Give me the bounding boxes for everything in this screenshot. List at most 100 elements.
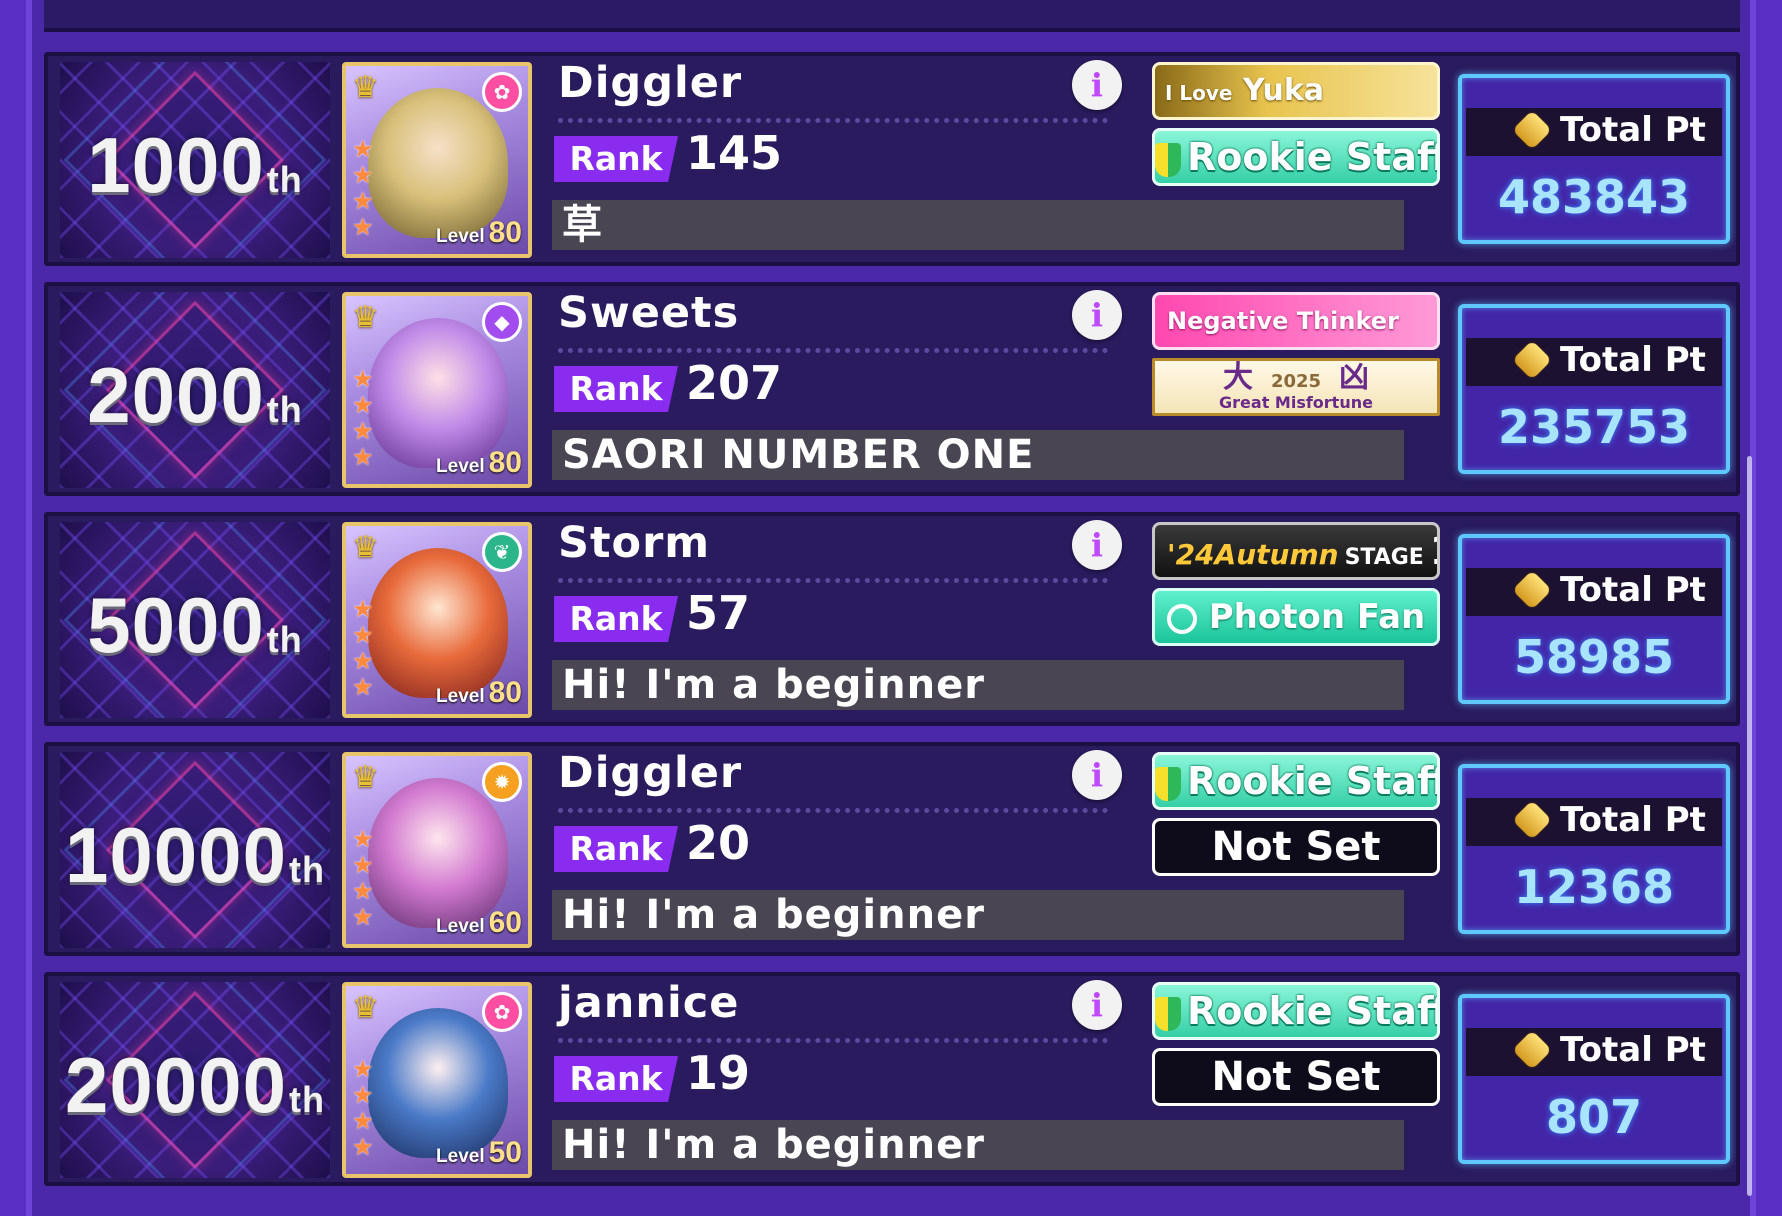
star-icon: ★ — [352, 851, 374, 879]
rank-label: Rank — [554, 136, 678, 182]
total-pt-label: Total Pt — [1560, 1030, 1706, 1070]
player-comment: Hi! I'm a beginner — [552, 660, 1404, 710]
star-icon: ★ — [352, 595, 374, 623]
player-card-avatar[interactable]: ♛ ◆ ★ ★ ★ ★ Level 80 — [342, 292, 532, 488]
title-text: Rookie Staff — [1187, 759, 1440, 803]
title-text: Rookie Staff — [1187, 989, 1440, 1033]
star-icon: ★ — [352, 443, 374, 471]
total-pt-label-bar: Total Pt — [1466, 798, 1722, 846]
level-label: Level — [436, 916, 485, 937]
fortune-year: 2025 — [1270, 371, 1322, 392]
rank-label: Rank — [554, 826, 678, 872]
placement-panel: 2000th — [60, 292, 330, 488]
star-icon: ★ — [352, 213, 374, 241]
event-pt-coin-icon — [1512, 340, 1552, 380]
placement-text: 5000th — [60, 580, 330, 671]
title-badge-bottom[interactable]: 大 2025 凶 Great Misfortune — [1152, 358, 1440, 416]
rarity-stars: ★ ★ ★ ★ — [352, 826, 378, 930]
player-name: Storm — [558, 518, 711, 568]
title-badge-top[interactable]: Rookie Staff — [1152, 752, 1440, 810]
player-comment: Hi! I'm a beginner — [552, 1120, 1404, 1170]
placement-number: 2000 — [87, 351, 265, 439]
rarity-stars: ★ ★ ★ ★ — [352, 366, 378, 470]
star-icon: ★ — [352, 391, 374, 419]
ranking-row[interactable]: 10000th ♛ ✹ ★ ★ ★ ★ Level 60 Diggler i Ra… — [44, 742, 1740, 956]
total-pt-label-bar: Total Pt — [1466, 568, 1722, 616]
placement-number: 20000 — [65, 1041, 287, 1129]
placement-text: 2000th — [60, 350, 330, 441]
star-icon: ★ — [352, 903, 374, 931]
total-pt-label: Total Pt — [1560, 800, 1706, 840]
stage-label: STAGE — [1344, 545, 1424, 570]
star-icon: ★ — [352, 187, 374, 215]
info-button[interactable]: i — [1072, 750, 1122, 800]
event-pt-coin-icon — [1512, 1030, 1552, 1070]
ribbon-icon: ✿ — [482, 72, 522, 112]
title-badge-bottom[interactable]: Not Set — [1152, 818, 1440, 876]
title-badge-top[interactable]: I Love Yuka — [1152, 62, 1440, 120]
total-pt-label-bar: Total Pt — [1466, 1028, 1722, 1076]
ranking-row[interactable]: 1000th ♛ ✿ ★ ★ ★ ★ Level 80 Diggler i Ran… — [44, 52, 1740, 266]
level-value: 80 — [488, 216, 522, 249]
ranking-list: 1000th ♛ ✿ ★ ★ ★ ★ Level 80 Diggler i Ran… — [44, 52, 1740, 1202]
scrollbar[interactable] — [1747, 456, 1752, 1196]
star-icon: ★ — [352, 647, 374, 675]
level-label: Level — [436, 1146, 485, 1167]
total-pt-label: Total Pt — [1560, 570, 1706, 610]
title-badge-bottom[interactable]: Photon Fan — [1152, 588, 1440, 646]
placement-panel: 5000th — [60, 522, 330, 718]
title-badge-top[interactable]: '24AutumnSTAGE1 — [1152, 522, 1440, 580]
player-name: jannice — [558, 978, 740, 1028]
player-card-avatar[interactable]: ♛ ✿ ★ ★ ★ ★ Level 80 — [342, 62, 532, 258]
rank-value: 20 — [686, 816, 751, 870]
title-badge-bottom[interactable]: Not Set — [1152, 1048, 1440, 1106]
info-button[interactable]: i — [1072, 290, 1122, 340]
title-badge-top[interactable]: Negative Thinker — [1152, 292, 1440, 350]
placement-panel: 10000th — [60, 752, 330, 948]
player-card-avatar[interactable]: ♛ ❦ ★ ★ ★ ★ Level 80 — [342, 522, 532, 718]
rank-label: Rank — [554, 1056, 678, 1102]
total-pt-label-bar: Total Pt — [1466, 338, 1722, 386]
ranking-row[interactable]: 2000th ♛ ◆ ★ ★ ★ ★ Level 80 Sweets i Rank… — [44, 282, 1740, 496]
dotted-divider — [558, 1038, 1108, 1043]
crown-icon: ♛ — [352, 530, 379, 565]
total-pt-value: 483843 — [1497, 170, 1691, 224]
ranking-row[interactable]: 5000th ♛ ❦ ★ ★ ★ ★ Level 80 Storm i Rank … — [44, 512, 1740, 726]
title-badge-top[interactable]: Rookie Staff — [1152, 982, 1440, 1040]
shoe-icon: ◆ — [482, 302, 522, 342]
star-icon: ★ — [352, 135, 374, 163]
rank-value: 19 — [686, 1046, 751, 1100]
rank-label: Rank — [554, 596, 678, 642]
rank-value: 57 — [686, 586, 751, 640]
player-name: Diggler — [558, 748, 743, 798]
star-icon: ★ — [352, 621, 374, 649]
player-comment: 草 — [552, 200, 1404, 250]
title-text: Rookie Staff — [1187, 135, 1440, 179]
placement-suffix: th — [266, 389, 303, 430]
star-icon: ★ — [352, 161, 374, 189]
info-button[interactable]: i — [1072, 60, 1122, 110]
level-value: 50 — [488, 1136, 522, 1169]
fortune-header: 大 2025 凶 — [1155, 363, 1437, 395]
total-pt-value: 12368 — [1513, 860, 1675, 914]
level-label: Level — [436, 226, 485, 247]
fortune-kanji-left: 大 — [1222, 360, 1253, 395]
total-pt-box: Total Pt 58985 — [1458, 534, 1730, 704]
event-pt-coin-icon — [1512, 800, 1552, 840]
card-level: Level 80 — [436, 446, 522, 480]
placement-text: 1000th — [60, 120, 330, 211]
star-icon: ★ — [352, 1055, 374, 1083]
title-badge-bottom[interactable]: Rookie Staff — [1152, 128, 1440, 186]
rank-value: 207 — [686, 356, 783, 410]
previous-row-edge — [44, 0, 1740, 32]
info-button[interactable]: i — [1072, 980, 1122, 1030]
rarity-stars: ★ ★ ★ ★ — [352, 1056, 378, 1160]
total-pt-label: Total Pt — [1560, 340, 1706, 380]
player-card-avatar[interactable]: ♛ ✹ ★ ★ ★ ★ Level 60 — [342, 752, 532, 948]
info-button[interactable]: i — [1072, 520, 1122, 570]
total-pt-value: 807 — [1545, 1090, 1643, 1144]
ranking-row[interactable]: 20000th ♛ ✿ ★ ★ ★ ★ Level 50 jannice i Ra… — [44, 972, 1740, 1186]
player-comment: Hi! I'm a beginner — [552, 890, 1404, 940]
player-card-avatar[interactable]: ♛ ✿ ★ ★ ★ ★ Level 50 — [342, 982, 532, 1178]
placement-suffix: th — [266, 159, 303, 200]
